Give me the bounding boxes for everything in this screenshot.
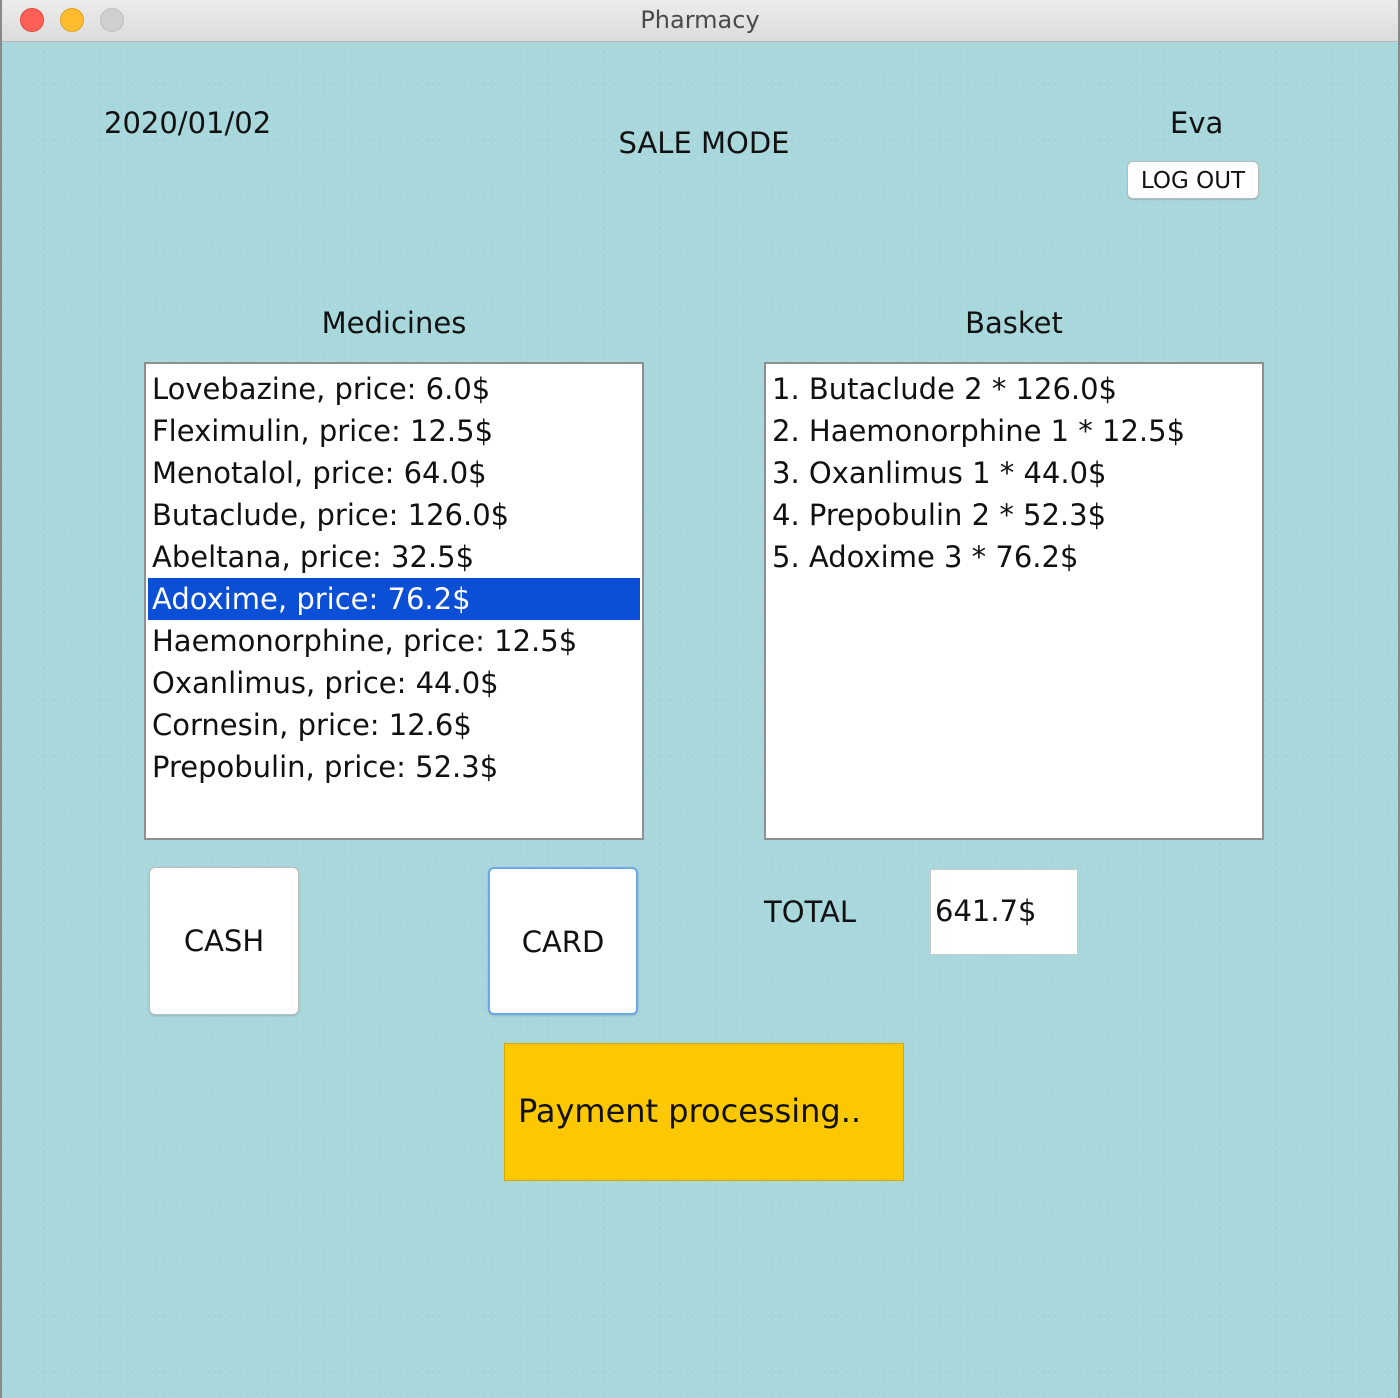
medicine-item[interactable]: Oxanlimus, price: 44.0$ [148, 662, 640, 704]
medicine-item[interactable]: Prepobulin, price: 52.3$ [148, 746, 640, 788]
logout-button[interactable]: LOG OUT [1127, 161, 1259, 199]
app-window: Pharmacy 2020/01/02 SALE MODE Eva LOG OU… [0, 0, 1400, 1398]
basket-list[interactable]: 1. Butaclude 2 * 126.0$ 2. Haemonorphine… [764, 362, 1264, 840]
title-bar[interactable]: Pharmacy [2, 0, 1398, 42]
main-panel: 2020/01/02 SALE MODE Eva LOG OUT Medicin… [2, 42, 1398, 1398]
medicine-item-selected[interactable]: Adoxime, price: 76.2$ [148, 578, 640, 620]
medicine-item[interactable]: Haemonorphine, price: 12.5$ [148, 620, 640, 662]
medicine-item[interactable]: Menotalol, price: 64.0$ [148, 452, 640, 494]
basket-item[interactable]: 2. Haemonorphine 1 * 12.5$ [768, 410, 1260, 452]
window-title: Pharmacy [640, 6, 760, 34]
basket-item[interactable]: 5. Adoxime 3 * 76.2$ [768, 536, 1260, 578]
cash-button[interactable]: CASH [149, 867, 299, 1015]
medicines-title: Medicines [321, 306, 467, 340]
basket-item[interactable]: 4. Prepobulin 2 * 52.3$ [768, 494, 1260, 536]
total-value-field: 641.7$ [930, 869, 1078, 955]
user-name-label: Eva [1170, 106, 1224, 140]
card-button[interactable]: CARD [488, 867, 638, 1015]
medicine-item[interactable]: Butaclude, price: 126.0$ [148, 494, 640, 536]
basket-title: Basket [965, 306, 1063, 340]
medicine-item[interactable]: Cornesin, price: 12.6$ [148, 704, 640, 746]
medicine-item[interactable]: Lovebazine, price: 6.0$ [148, 368, 640, 410]
payment-status-box: Payment processing.. [504, 1043, 904, 1181]
total-label: TOTAL [764, 895, 856, 929]
basket-item[interactable]: 1. Butaclude 2 * 126.0$ [768, 368, 1260, 410]
medicine-item[interactable]: Fleximulin, price: 12.5$ [148, 410, 640, 452]
medicine-item[interactable]: Abeltana, price: 32.5$ [148, 536, 640, 578]
medicines-list[interactable]: Lovebazine, price: 6.0$ Fleximulin, pric… [144, 362, 644, 840]
basket-item[interactable]: 3. Oxanlimus 1 * 44.0$ [768, 452, 1260, 494]
